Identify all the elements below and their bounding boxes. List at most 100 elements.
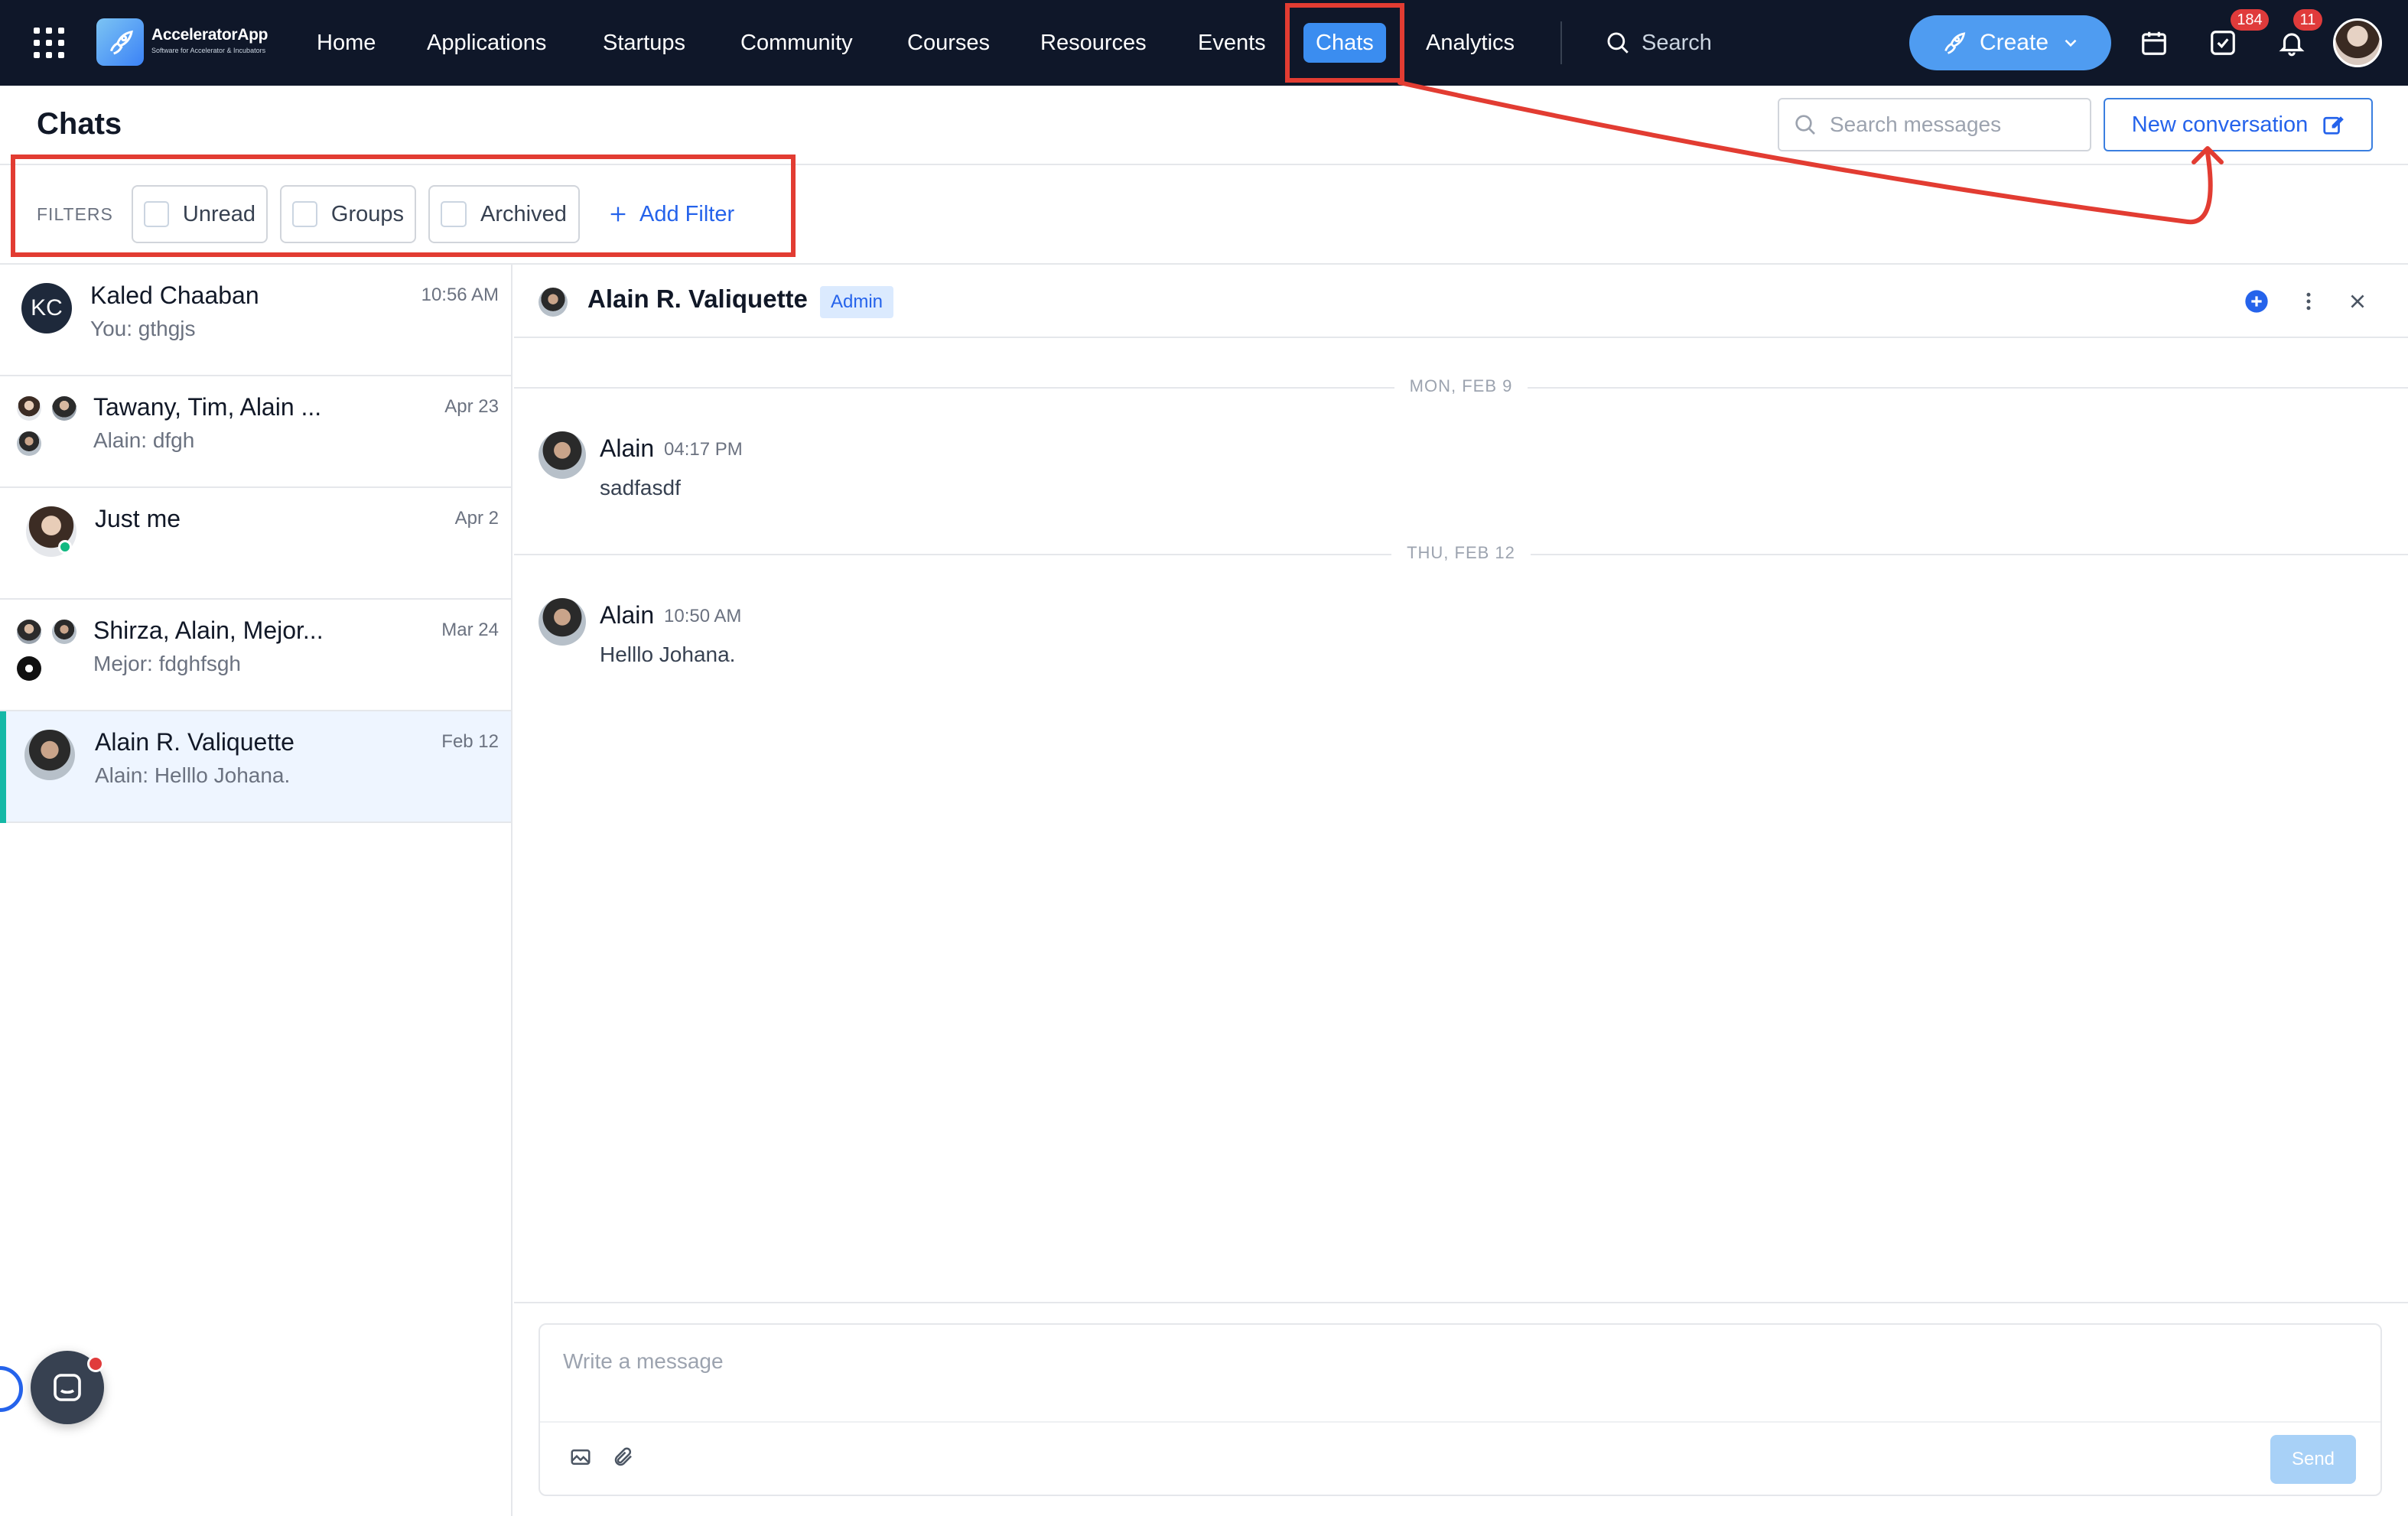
add-participant-button[interactable]	[2243, 288, 2270, 315]
new-conversation-label: New conversation	[2131, 112, 2309, 137]
date-separator: MON, FEB 9	[514, 376, 2408, 399]
new-conversation-button[interactable]: New conversation	[2104, 98, 2373, 151]
conversation-time: Apr 2	[454, 508, 499, 529]
avatar	[539, 598, 586, 646]
date-separator: THU, FEB 12	[514, 543, 2408, 566]
avatar	[24, 730, 75, 780]
message-author: Alain	[600, 434, 655, 462]
date-separator-label: THU, FEB 12	[1391, 543, 1531, 562]
message-text: sadfasdf	[600, 476, 681, 499]
user-avatar[interactable]	[2333, 18, 2382, 67]
conversation-name: Just me	[95, 505, 181, 532]
top-navigation: AcceleratorApp Software for Accelerator …	[0, 0, 2408, 86]
avatar: KC	[21, 283, 72, 333]
conversation-name: Kaled Chaaban	[90, 281, 259, 309]
annotation-box-chats-tab	[1285, 3, 1404, 83]
conversation-name: Shirza, Alain, Mejor...	[93, 616, 324, 644]
nav-analytics[interactable]: Analytics	[1414, 23, 1527, 63]
conversation-item-selected[interactable]: Alain R. Valiquette Alain: Helllo Johana…	[0, 711, 511, 823]
create-button[interactable]: Create	[1909, 15, 2111, 70]
date-separator-label: MON, FEB 9	[1394, 376, 1528, 395]
calendar-icon	[2142, 31, 2166, 55]
paperclip-icon	[614, 1447, 632, 1466]
global-search[interactable]: Search	[1605, 23, 1712, 63]
edit-icon	[2323, 116, 2345, 135]
plus-icon	[2245, 290, 2268, 313]
avatar	[17, 620, 41, 644]
conversation-item[interactable]: Tawany, Tim, Alain ... Alain: dfgh Apr 2…	[0, 376, 511, 488]
chat-options-button[interactable]	[2295, 288, 2322, 315]
avatar	[17, 656, 41, 681]
nav-community[interactable]: Community	[728, 23, 865, 63]
page-title: Chats	[37, 107, 122, 141]
avatar	[539, 288, 568, 317]
conversation-time: 10:56 AM	[421, 285, 499, 305]
chevron-down-icon	[2065, 39, 2077, 47]
nav-home[interactable]: Home	[304, 23, 388, 63]
notifications-button[interactable]	[2275, 26, 2309, 60]
global-search-label: Search	[1642, 30, 1712, 55]
conversation-item[interactable]: Just me Apr 2	[0, 488, 511, 600]
rocket-icon	[1944, 32, 1966, 54]
composer-toolbar-divider	[540, 1421, 2380, 1423]
avatar	[539, 431, 586, 479]
message-time: 04:17 PM	[664, 439, 743, 460]
chat-header: Alain R. Valiquette Admin	[514, 265, 2408, 338]
search-icon	[1607, 32, 1629, 54]
chat-icon	[54, 1374, 81, 1401]
app-logo[interactable]	[96, 18, 144, 66]
avatar	[17, 396, 41, 421]
chat-title: Alain R. Valiquette	[587, 285, 808, 313]
nav-divider	[1560, 21, 1562, 64]
search-icon	[1795, 115, 1815, 135]
conversation-preview: Mejor: fdghfsgh	[93, 652, 241, 675]
conversation-preview: Alain: Helllo Johana.	[95, 763, 291, 787]
composer-divider	[514, 1302, 2408, 1303]
tasks-button[interactable]	[2206, 26, 2240, 60]
create-label: Create	[1979, 30, 2049, 55]
close-chat-button[interactable]	[2344, 288, 2371, 315]
role-badge: Admin	[820, 286, 894, 318]
search-messages-input[interactable]	[1830, 112, 2074, 137]
conversation-list: KC Kaled Chaaban You: gthgjs 10:56 AM Ta…	[0, 265, 513, 1516]
nav-events[interactable]: Events	[1186, 23, 1278, 63]
app-name: AcceleratorApp	[151, 26, 268, 44]
conversation-time: Feb 12	[441, 731, 499, 752]
nav-courses[interactable]: Courses	[895, 23, 1002, 63]
app-tagline: Software for Accelerator & Incubators	[151, 47, 266, 54]
nav-startups[interactable]: Startups	[591, 23, 698, 63]
message-time: 10:50 AM	[664, 606, 742, 626]
online-indicator	[58, 540, 72, 554]
attach-image-button[interactable]	[568, 1444, 594, 1470]
message-input[interactable]	[563, 1349, 2353, 1395]
conversation-preview: Alain: dfgh	[93, 428, 195, 452]
conversation-item[interactable]: KC Kaled Chaaban You: gthgjs 10:56 AM	[0, 265, 511, 376]
help-notification-dot	[87, 1355, 104, 1372]
message-text: Helllo Johana.	[600, 643, 736, 666]
avatar	[52, 396, 76, 421]
more-vertical-icon	[2306, 292, 2311, 311]
attach-file-button[interactable]	[610, 1444, 636, 1470]
close-icon	[2351, 294, 2364, 308]
search-messages[interactable]	[1778, 98, 2091, 151]
conversation-name: Alain R. Valiquette	[95, 728, 294, 756]
tasks-badge: 184	[2231, 9, 2269, 31]
task-check-icon	[2211, 31, 2235, 55]
conversation-preview: You: gthgjs	[90, 317, 196, 340]
message-composer: Send	[539, 1323, 2382, 1496]
conversation-item[interactable]: Shirza, Alain, Mejor... Mejor: fdghfsgh …	[0, 600, 511, 711]
rocket-icon	[109, 30, 133, 55]
send-button[interactable]: Send	[2270, 1435, 2356, 1484]
conversation-time: Apr 23	[444, 396, 499, 417]
conversation-name: Tawany, Tim, Alain ...	[93, 393, 322, 421]
apps-grid-icon[interactable]	[34, 28, 64, 58]
notifications-badge: 11	[2293, 9, 2322, 31]
conversation-time: Mar 24	[441, 620, 499, 640]
image-icon	[571, 1449, 591, 1465]
message-author: Alain	[600, 601, 655, 629]
avatar	[17, 431, 41, 456]
nav-applications[interactable]: Applications	[415, 23, 558, 63]
logo-text: AcceleratorApp Software for Accelerator …	[151, 26, 268, 54]
nav-resources[interactable]: Resources	[1028, 23, 1159, 63]
calendar-button[interactable]	[2137, 26, 2171, 60]
